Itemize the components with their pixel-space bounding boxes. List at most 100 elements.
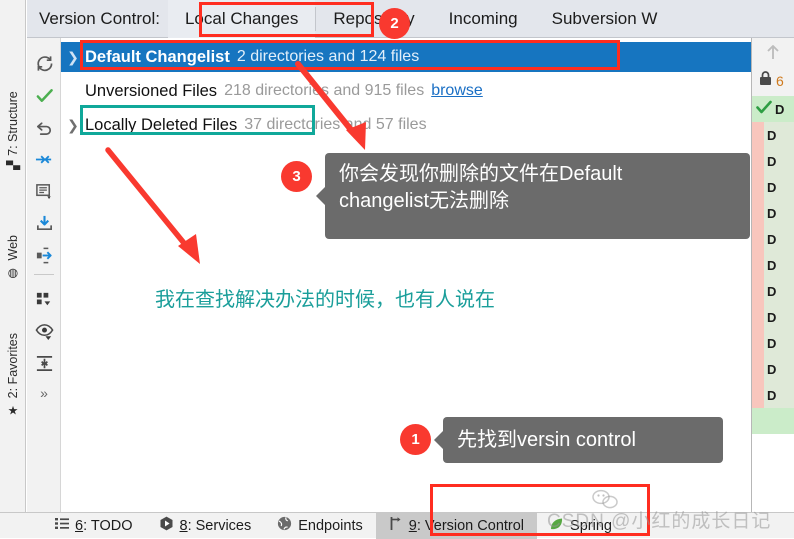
- version-control-label: Version Control:: [39, 8, 160, 28]
- row-text: D: [767, 283, 777, 299]
- row-text: D: [767, 231, 777, 247]
- tab-subversion-working-copies[interactable]: Subversion W: [535, 0, 675, 38]
- row-gutter: [752, 382, 764, 408]
- commit-checkmark-icon[interactable]: [27, 80, 61, 110]
- spring-leaf-icon: [550, 517, 564, 535]
- status-button-endpoints[interactable]: Endpoints: [264, 513, 376, 539]
- table-row[interactable]: ❯ Locally Deleted Files 37 directories a…: [61, 110, 751, 140]
- status-button-version-control[interactable]: 9: Version Control: [375, 512, 538, 539]
- refresh-icon[interactable]: [27, 48, 61, 78]
- row-gutter: [752, 330, 764, 356]
- toolbar-divider: [34, 274, 54, 275]
- star-icon: ★: [6, 403, 20, 418]
- tab-repository[interactable]: Repository: [316, 0, 431, 38]
- row-text: D: [767, 179, 777, 195]
- shelve-merge-icon[interactable]: [27, 240, 61, 270]
- changelist-meta: 218 directories and 915 files: [224, 82, 425, 99]
- lock-count: 6: [776, 73, 784, 89]
- status-button-label: Spring: [570, 517, 612, 534]
- collapse-arrows-icon[interactable]: [27, 144, 61, 174]
- overflow-chevrons-icon[interactable]: »: [27, 378, 61, 408]
- row-gutter: [752, 174, 764, 200]
- row-gutter: [752, 304, 764, 330]
- row-text: D: [767, 361, 777, 377]
- list-item[interactable]: D: [752, 226, 794, 252]
- structure-icon: ▞: [6, 160, 20, 170]
- row-gutter: [752, 408, 764, 434]
- row-gutter: [752, 226, 764, 252]
- status-button-services[interactable]: 8: Services: [146, 513, 265, 539]
- rollback-icon[interactable]: [27, 112, 61, 142]
- table-row[interactable]: Unversioned Files 218 directories and 91…: [61, 76, 751, 106]
- row-text: D: [767, 257, 777, 273]
- version-control-tab-bar: Version Control: Local Changes Repositor…: [27, 0, 794, 38]
- chevron-right-icon[interactable]: ❯: [61, 49, 85, 66]
- list-item[interactable]: D: [752, 200, 794, 226]
- list-item[interactable]: D: [752, 148, 794, 174]
- sidebar-item-label-favorites: 2: Favorites: [6, 333, 20, 399]
- update-download-icon[interactable]: [27, 208, 61, 238]
- row-text: D: [767, 309, 777, 325]
- version-control-branch-icon: [389, 516, 403, 535]
- list-item[interactable]: D: [752, 304, 794, 330]
- preview-eye-icon[interactable]: [27, 316, 61, 346]
- arrow-up-icon[interactable]: [763, 42, 783, 67]
- tab-incoming[interactable]: Incoming: [432, 0, 535, 38]
- list-item[interactable]: D: [752, 330, 794, 356]
- todo-list-icon: [55, 517, 69, 534]
- status-button-todo[interactable]: 6: TODO: [42, 513, 146, 539]
- row-text: D: [767, 153, 777, 169]
- list-item[interactable]: [752, 408, 794, 434]
- check-icon: [756, 100, 772, 119]
- browse-link[interactable]: browse: [431, 82, 483, 100]
- list-item[interactable]: D: [752, 174, 794, 200]
- comment-icon[interactable]: [27, 176, 61, 206]
- row-gutter: [752, 200, 764, 226]
- status-button-mnemonic: 6: [75, 517, 84, 534]
- row-text: D: [767, 205, 777, 221]
- sidebar-item-web[interactable]: ◍ Web: [0, 232, 26, 282]
- diff-preview-pane[interactable]: 6 D D D D D D D D D D D D: [751, 38, 794, 512]
- status-button-label: : Version Control: [416, 517, 525, 534]
- sidebar-item-structure[interactable]: ▞ 7: Structure: [0, 88, 26, 173]
- changelist-meta: 2 directories and 124 files: [236, 48, 420, 65]
- row-gutter: [752, 278, 764, 304]
- diff-pane-toolbar: 6: [752, 38, 794, 96]
- row-text: D: [767, 127, 777, 143]
- lock-icon: [758, 70, 773, 92]
- tool-window-status-bar: 6: TODO 8: Services Endpoints 9: Version…: [0, 512, 794, 539]
- endpoints-globe-icon: [277, 516, 292, 535]
- list-item[interactable]: D: [752, 122, 794, 148]
- list-item[interactable]: D: [752, 382, 794, 408]
- group-by-icon[interactable]: [27, 284, 61, 314]
- changelist-tree[interactable]: ❯ Default Changelist 2 directories and 1…: [61, 38, 751, 512]
- sidebar-item-label-web: Web: [6, 235, 20, 261]
- chevron-right-icon[interactable]: ❯: [61, 117, 85, 134]
- row-text: D: [767, 335, 777, 351]
- changelist-meta: 37 directories and 57 files: [244, 116, 427, 133]
- list-item[interactable]: D: [752, 252, 794, 278]
- tab-local-changes[interactable]: Local Changes: [167, 0, 316, 38]
- status-button-label: Endpoints: [298, 517, 363, 534]
- changelist-name: Unversioned Files: [85, 81, 218, 100]
- changelist-name: Default Changelist: [85, 47, 230, 66]
- status-button-spring[interactable]: Spring: [537, 513, 625, 539]
- row-text: D: [767, 387, 777, 403]
- row-gutter: [752, 148, 764, 174]
- changes-panel-toolbar: »: [27, 38, 61, 512]
- expand-collapse-icon[interactable]: [27, 348, 61, 378]
- list-item[interactable]: D: [752, 96, 794, 122]
- table-row[interactable]: ❯ Default Changelist 2 directories and 1…: [61, 42, 751, 72]
- list-item[interactable]: D: [752, 278, 794, 304]
- changelist-name: Locally Deleted Files: [85, 115, 238, 134]
- list-item[interactable]: D: [752, 356, 794, 382]
- status-button-mnemonic: 9: [408, 517, 417, 534]
- status-button-label: : Services: [187, 517, 252, 534]
- row-gutter: [752, 356, 764, 382]
- services-play-icon: [159, 516, 174, 535]
- sidebar-item-label-structure: 7: Structure: [6, 91, 20, 156]
- status-button-label: : TODO: [83, 517, 133, 534]
- sidebar-item-favorites[interactable]: ★ 2: Favorites: [0, 330, 26, 420]
- globe-icon: ◍: [6, 265, 20, 280]
- row-gutter: [752, 122, 764, 148]
